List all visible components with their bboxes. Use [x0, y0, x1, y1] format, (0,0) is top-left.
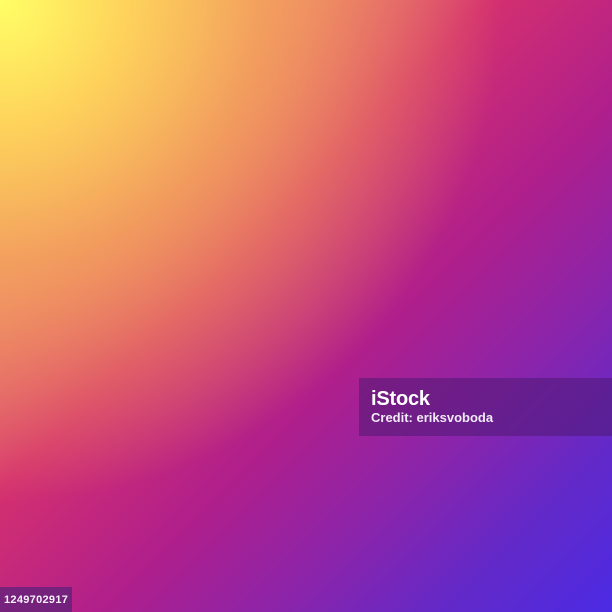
- image-id-label: 1249702917: [0, 587, 73, 612]
- gradient-background: iStock Credit: eriksvoboda 1249702917: [0, 0, 612, 612]
- watermark-credit: Credit: eriksvoboda: [371, 410, 494, 425]
- stock-watermark: iStock Credit: eriksvoboda: [359, 378, 612, 436]
- watermark-brand: iStock: [371, 388, 430, 410]
